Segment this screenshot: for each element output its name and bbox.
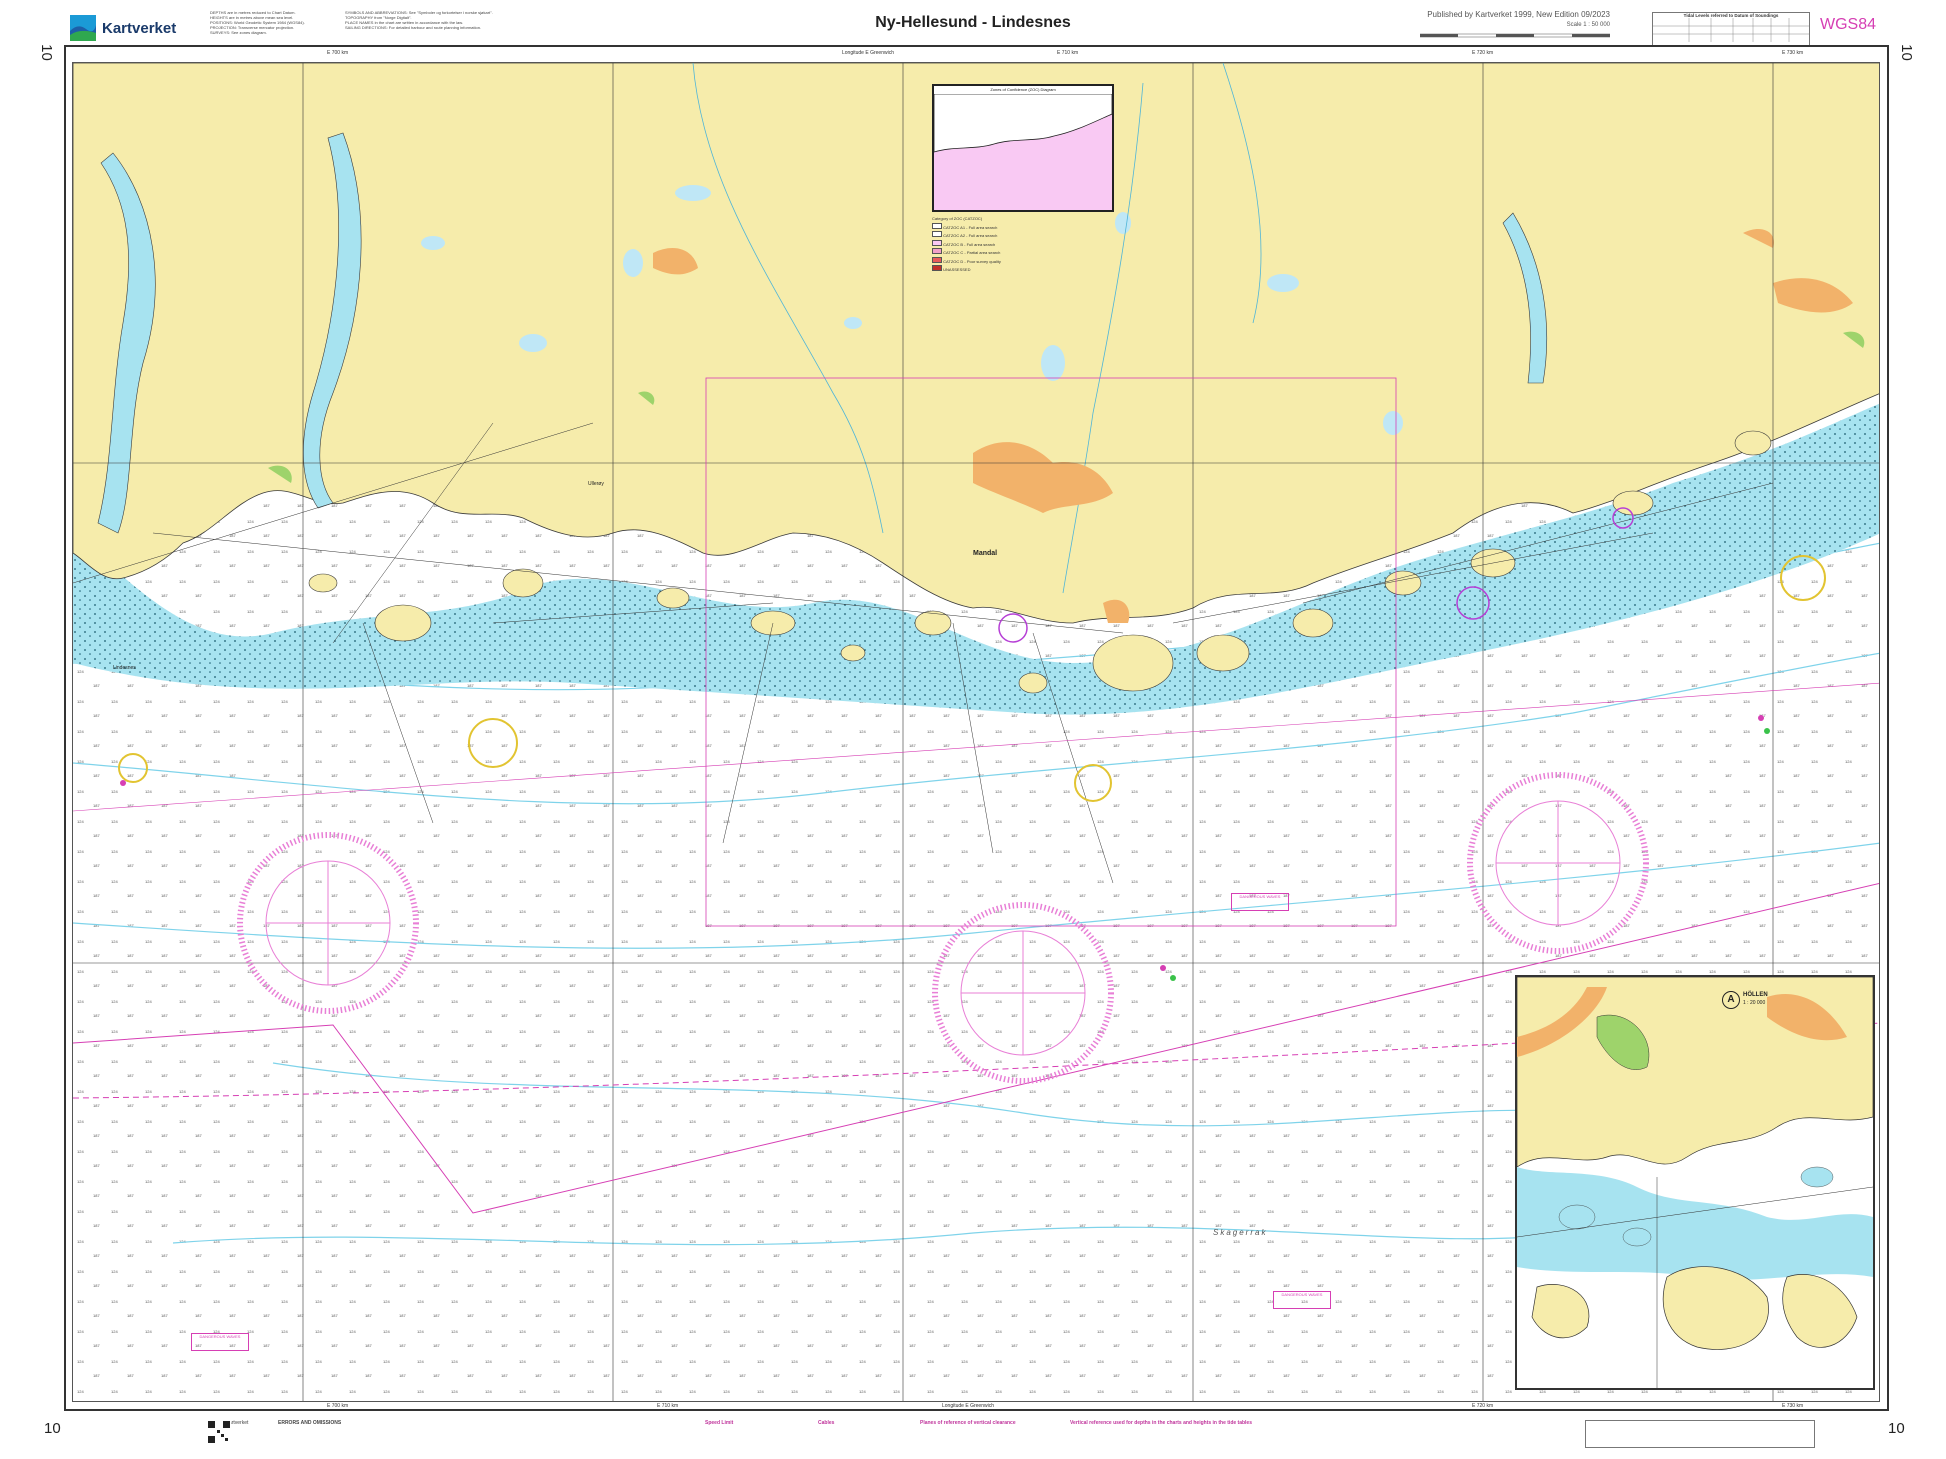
warning-box: DANGEROUS WAVES <box>1273 1291 1331 1309</box>
inset-letter: A <box>1722 991 1740 1009</box>
chart-number-top-right: 10 <box>1897 44 1915 61</box>
tide-table-grid <box>1653 18 1809 42</box>
inset-hollen[interactable]: A HÖLLEN 1 : 20 000 <box>1515 975 1875 1390</box>
zoc-legend-item: CATZOC D - Poor survey quality <box>932 256 1132 266</box>
scale-text: Scale 1 : 50 000 <box>1566 22 1610 28</box>
chart-number-bottom-left: 10 <box>44 1420 61 1437</box>
zoc-legend-item: CATZOC A2 - Full area search <box>932 231 1132 240</box>
datum-label: WGS84 <box>1820 16 1877 33</box>
zoc-legend: Category of ZOC (CATZOC) CATZOC A1 - Ful… <box>932 216 1132 274</box>
warning-box: DANGEROUS WAVES <box>191 1333 249 1351</box>
zoc-coast <box>934 93 1112 153</box>
warning-box: DANGEROUS WAVES <box>1231 893 1289 911</box>
tidal-levels-table: Tidal Levels referred to Datum of Soundi… <box>1652 12 1810 46</box>
inset-name: HÖLLEN <box>1743 992 1768 998</box>
footer-speed-limit: Speed Limit <box>705 1420 734 1426</box>
town-label-ulleroy: Ullerøy <box>588 481 604 487</box>
footer-planes: Planes of reference of vertical clearanc… <box>920 1420 1016 1426</box>
zoc-legend-item: CATZOC C - Partial area search <box>932 248 1132 257</box>
zoc-legend-item: UNASSESSED <box>932 265 1132 274</box>
zoc-title: Zones of Confidence (ZOC) Diagram <box>934 86 1112 94</box>
footer-vertical-reference: Vertical reference used for depths in th… <box>1070 1420 1252 1426</box>
footer-errors: ERRORS AND OMISSIONS <box>278 1420 342 1426</box>
town-label-mandal: Mandal <box>973 550 998 557</box>
qr-code-icon <box>207 1420 231 1444</box>
zoc-diagram: Zones of Confidence (ZOC) Diagram <box>932 84 1114 212</box>
zoc-legend-item: CATZOC A1 - Full area search <box>932 222 1132 232</box>
footer-cables: Cables <box>818 1420 835 1426</box>
town-label-lindesnes: Lindesnes <box>113 665 136 671</box>
sea-label: Skagerrak <box>1213 1228 1268 1237</box>
zoc-legend-item: CATZOC B - Full area search <box>932 239 1132 249</box>
publication-line: Published by Kartverket 1999, New Editio… <box>1427 10 1610 19</box>
footer-magnetic-table <box>1585 1420 1815 1448</box>
inset-map <box>1517 977 1873 1388</box>
chart-number-top-left: 10 <box>37 44 55 61</box>
scale-bar <box>1420 33 1610 38</box>
inset-scale: 1 : 20 000 <box>1743 1000 1766 1006</box>
chart-number-bottom-right: 10 <box>1888 1420 1905 1437</box>
